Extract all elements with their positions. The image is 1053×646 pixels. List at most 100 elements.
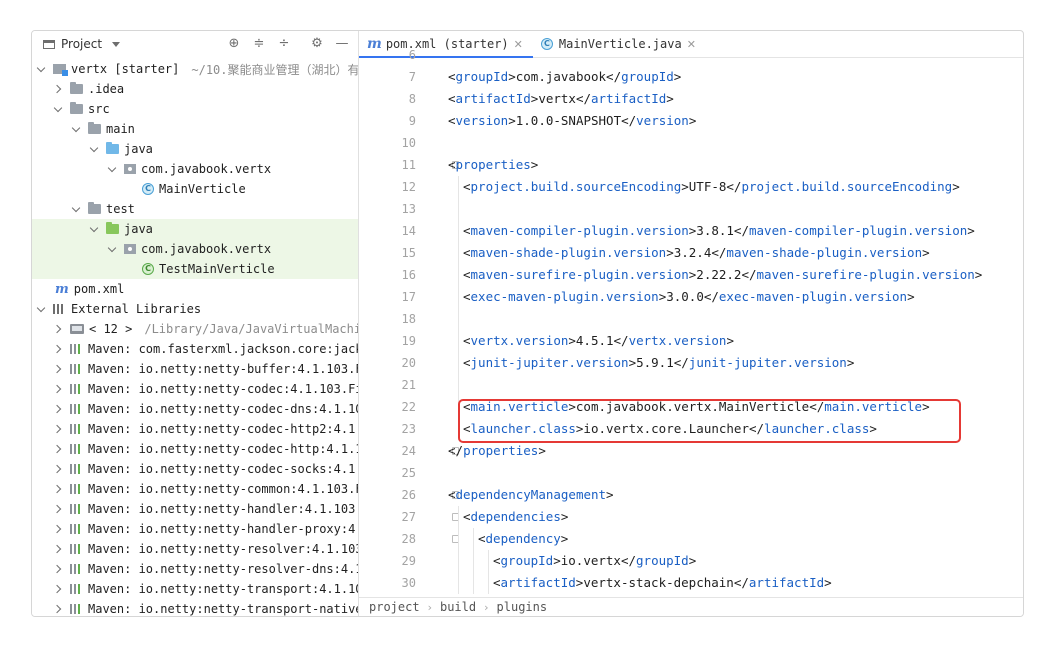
chevron-down-icon[interactable] <box>36 304 46 314</box>
code-line[interactable]: <project.build.sourceEncoding>UTF-8</pro… <box>463 176 960 198</box>
code-line[interactable]: <dependency> <box>478 528 568 550</box>
chevron-right-icon[interactable] <box>53 84 63 94</box>
tab-mainverticle-java[interactable]: C MainVerticle.java ✕ <box>533 31 706 57</box>
chevron-right-icon[interactable] <box>53 584 63 594</box>
tree-item-library[interactable]: Maven: io.netty:netty-codec-dns:4.1.10 <box>32 399 358 419</box>
maven-library-icon <box>70 464 83 474</box>
code-line[interactable]: <artifactId>vertx-stack-depchain</artifa… <box>493 572 832 594</box>
tree-item-library[interactable]: Maven: com.fasterxml.jackson.core:jacks <box>32 339 358 359</box>
chevron-down-icon[interactable] <box>107 244 117 254</box>
folder-icon <box>88 122 101 134</box>
tree-item-main[interactable]: main <box>32 119 358 139</box>
tree-item-library[interactable]: Maven: io.netty:netty-codec-socks:4.1. <box>32 459 358 479</box>
code-line[interactable]: <properties> <box>448 154 538 176</box>
chevron-down-icon[interactable] <box>107 164 117 174</box>
code-line[interactable]: <junit-jupiter.version>5.9.1</junit-jupi… <box>463 352 854 374</box>
code-line[interactable]: <artifactId>vertx</artifactId> <box>448 88 674 110</box>
code-line[interactable]: <maven-compiler-plugin.version>3.8.1</ma… <box>463 220 975 242</box>
tree-item-library[interactable]: Maven: io.netty:netty-buffer:4.1.103.F <box>32 359 358 379</box>
tree-item-project-root[interactable]: vertx [starter] ~/10.聚能商业管理（湖北）有 <box>32 59 358 79</box>
tree-item-library[interactable]: Maven: io.netty:netty-handler:4.1.103. <box>32 499 358 519</box>
code-line[interactable]: </properties> <box>448 440 546 462</box>
chevron-right-icon[interactable] <box>53 464 63 474</box>
tree-item-external-libraries[interactable]: External Libraries <box>32 299 358 319</box>
chevron-down-icon[interactable] <box>71 204 81 214</box>
gear-icon[interactable]: ⚙ <box>309 36 325 52</box>
chevron-right-icon[interactable] <box>53 424 63 434</box>
code-line[interactable]: <dependencyManagement> <box>448 484 614 506</box>
chevron-right-icon[interactable] <box>53 484 63 494</box>
tab-label: MainVerticle.java <box>558 37 682 51</box>
tree-item-library[interactable]: Maven: io.netty:netty-codec-http2:4.1. <box>32 419 358 439</box>
code-line[interactable]: <dependencies> <box>463 506 568 528</box>
tree-item-library[interactable]: Maven: io.netty:netty-resolver:4.1.103 <box>32 539 358 559</box>
tree-item-library[interactable]: Maven: io.netty:netty-codec-http:4.1.1 <box>32 439 358 459</box>
source-folder-icon <box>106 142 119 154</box>
breadcrumb-item[interactable]: plugins <box>489 600 548 614</box>
project-view-selector[interactable]: Project <box>61 37 102 51</box>
module-icon <box>53 64 68 76</box>
chevron-right-icon[interactable] <box>53 444 63 454</box>
code-line[interactable]: <vertx.version>4.5.1</vertx.version> <box>463 330 734 352</box>
chevron-right-icon[interactable] <box>53 504 63 514</box>
code-line[interactable]: <groupId>io.vertx</groupId> <box>493 550 696 572</box>
breadcrumb-item[interactable]: build <box>432 600 476 614</box>
maven-library-icon <box>70 604 83 614</box>
maven-library-icon <box>70 344 83 354</box>
tree-item-library[interactable]: Maven: io.netty:netty-common:4.1.103.F <box>32 479 358 499</box>
close-icon[interactable]: ✕ <box>514 38 523 51</box>
java-class-icon: C <box>540 38 553 50</box>
chevron-right-icon[interactable] <box>53 404 63 414</box>
tree-item-library[interactable]: Maven: io.netty:netty-transport-native <box>32 599 358 616</box>
chevron-down-icon[interactable] <box>112 41 121 47</box>
chevron-right-icon[interactable] <box>53 524 63 534</box>
tree-item-library[interactable]: Maven: io.netty:netty-transport:4.1.10 <box>32 579 358 599</box>
folder-icon <box>88 202 101 214</box>
tree-item-mainverticle[interactable]: C MainVerticle <box>32 179 358 199</box>
tree-item-pom[interactable]: m pom.xml <box>32 279 358 299</box>
chevron-right-icon[interactable] <box>53 544 63 554</box>
code-line[interactable]: <maven-shade-plugin.version>3.2.4</maven… <box>463 242 930 264</box>
collapse-all-icon[interactable]: ÷ <box>276 36 292 52</box>
chevron-down-icon[interactable] <box>89 224 99 234</box>
chevron-right-icon[interactable] <box>53 384 63 394</box>
tree-item-testmainverticle[interactable]: C TestMainVerticle <box>32 259 358 279</box>
chevron-down-icon[interactable] <box>89 144 99 154</box>
maven-icon: m <box>55 281 69 297</box>
tree-item-idea[interactable]: .idea <box>32 79 358 99</box>
tree-item-library[interactable]: Maven: io.netty:netty-codec:4.1.103.Fi <box>32 379 358 399</box>
tree-item-library[interactable]: Maven: io.netty:netty-resolver-dns:4.1 <box>32 559 358 579</box>
tree-item-main-java[interactable]: java <box>32 139 358 159</box>
code-line[interactable]: <version>1.0.0-SNAPSHOT</version> <box>448 110 696 132</box>
maven-library-icon <box>70 584 83 594</box>
code-line[interactable]: <groupId>com.javabook</groupId> <box>448 66 681 88</box>
code-area[interactable]: <groupId>com.javabook</groupId> <artifact… <box>359 58 1023 600</box>
tree-item-test-java[interactable]: java <box>32 219 358 239</box>
tree-item-jdk[interactable]: < 12 > /Library/Java/JavaVirtualMachin <box>32 319 358 339</box>
chevron-down-icon[interactable] <box>71 124 81 134</box>
expand-all-icon[interactable]: ≑ <box>251 36 267 52</box>
breadcrumb-separator-icon: › <box>427 600 432 614</box>
tree-item-library[interactable]: Maven: io.netty:netty-handler-proxy:4. <box>32 519 358 539</box>
maven-library-icon <box>70 544 83 554</box>
package-icon <box>124 164 136 174</box>
code-line[interactable]: <maven-surefire-plugin.version>2.22.2</m… <box>463 264 982 286</box>
chevron-right-icon[interactable] <box>53 324 63 334</box>
close-icon[interactable]: ✕ <box>687 38 696 51</box>
tree-item-main-package[interactable]: com.javabook.vertx <box>32 159 358 179</box>
chevron-down-icon[interactable] <box>36 64 46 74</box>
chevron-right-icon[interactable] <box>53 344 63 354</box>
chevron-right-icon[interactable] <box>53 604 63 614</box>
tree-item-test[interactable]: test <box>32 199 358 219</box>
highlight-annotation-box <box>458 399 961 443</box>
breadcrumb-item[interactable]: project <box>359 600 420 614</box>
tree-item-test-package[interactable]: com.javabook.vertx <box>32 239 358 259</box>
code-line[interactable]: <exec-maven-plugin.version>3.0.0</exec-m… <box>463 286 915 308</box>
chevron-right-icon[interactable] <box>53 564 63 574</box>
locate-file-icon[interactable]: ⊕ <box>226 36 242 52</box>
tree-item-src[interactable]: src <box>32 99 358 119</box>
chevron-down-icon[interactable] <box>53 104 63 114</box>
chevron-right-icon[interactable] <box>53 364 63 374</box>
minimize-icon[interactable]: — <box>334 36 350 52</box>
jdk-icon <box>70 324 84 334</box>
